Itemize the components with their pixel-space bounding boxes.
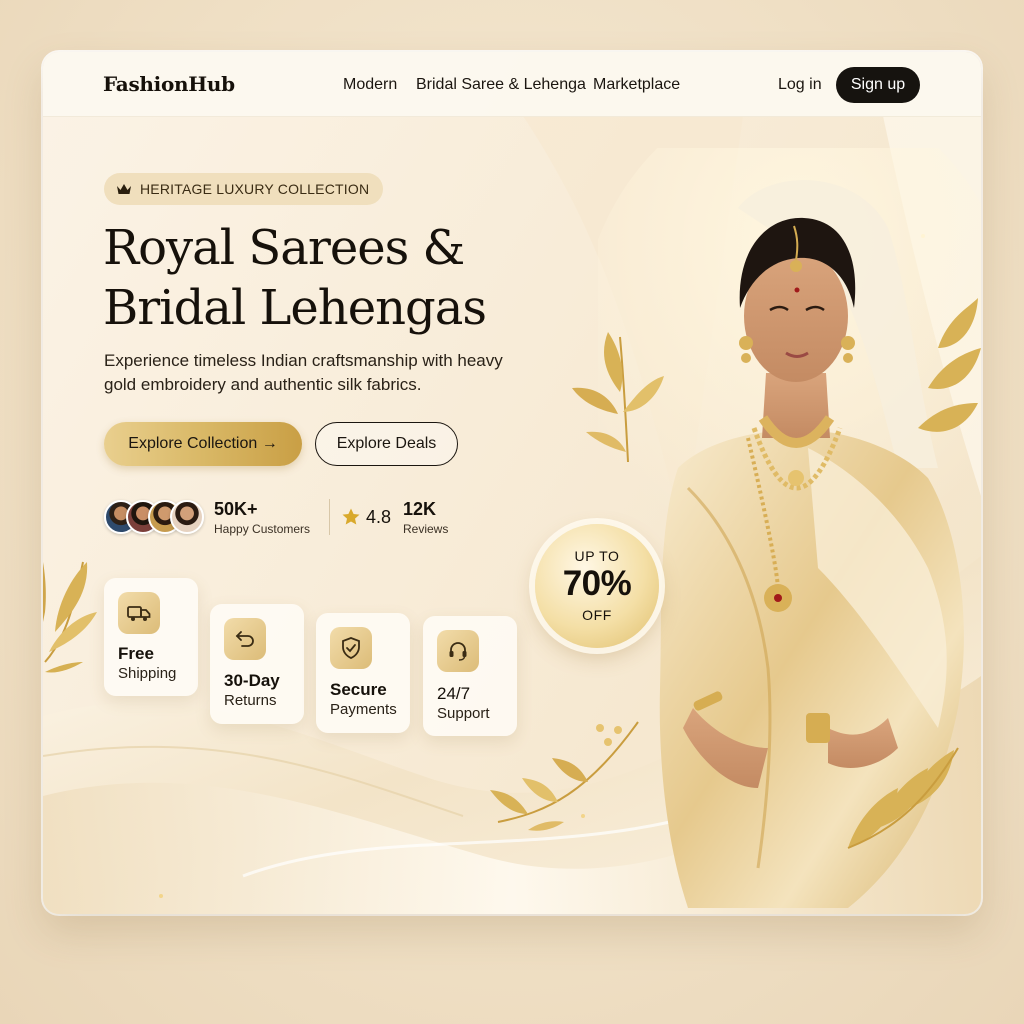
- discount-percent: 70%: [562, 564, 632, 603]
- feature-title: Free: [118, 644, 154, 663]
- hero-subtitle: Experience timeless Indian craftsmanship…: [104, 351, 503, 394]
- feature-icon-badge: [118, 592, 160, 634]
- feature-icon-badge: [437, 630, 479, 672]
- reviews-count: 12K: [403, 499, 437, 519]
- feature-icon-badge: [330, 627, 372, 669]
- customers-label: Happy Customers: [214, 522, 311, 536]
- headset-icon: [449, 642, 467, 661]
- discount-badge[interactable]: UP TO 70% OFF: [535, 524, 659, 648]
- nav-item-bridal[interactable]: Bridal Saree & Lehenga: [416, 76, 586, 94]
- discount-line-1: UP TO: [574, 548, 620, 564]
- badge-label: HERITAGE LUXURY COLLECTION: [140, 181, 370, 197]
- feature-card-returns: 30-Day Returns: [210, 604, 304, 724]
- truck-icon: [127, 606, 151, 621]
- feature-title: Secure: [330, 680, 387, 699]
- feature-subtitle: Shipping: [118, 665, 177, 682]
- feature-subtitle: Returns: [224, 692, 277, 709]
- reviews-label: Reviews: [403, 522, 449, 536]
- return-arrow-icon: [235, 631, 254, 647]
- hero-title-line-2: Bridal Lehengas: [103, 280, 487, 336]
- feature-icon-badge: [224, 618, 266, 660]
- avatar: [170, 500, 204, 534]
- feature-title: 30-Day: [224, 671, 280, 690]
- login-link[interactable]: Log in: [778, 76, 822, 94]
- customers-count: 50K+: [214, 499, 258, 519]
- landing-page: FashionHub Modern Bridal Saree & Lehenga…: [43, 52, 981, 914]
- gold-leaf-decoration: [43, 561, 97, 673]
- explore-deals-button[interactable]: Explore Deals: [315, 422, 458, 466]
- rating-value: 4.8: [366, 507, 392, 527]
- feature-card-shipping: Free Shipping: [104, 578, 198, 696]
- bridal-model-image: [598, 148, 981, 908]
- feature-subtitle: Payments: [330, 701, 397, 718]
- hero-title: Royal Sarees & Bridal Lehengas: [103, 218, 543, 338]
- shield-check-icon: [342, 637, 360, 659]
- top-navigation-bar: FashionHub Modern Bridal Saree & Lehenga…: [43, 52, 981, 117]
- explore-collection-button[interactable]: Explore Collection →: [104, 422, 302, 466]
- nav-item-marketplace[interactable]: Marketplace: [593, 76, 680, 94]
- feature-card-payments: Secure Payments: [316, 613, 410, 733]
- signup-button[interactable]: Sign up: [836, 67, 920, 103]
- crown-icon: [117, 184, 131, 194]
- feature-subtitle: Support: [437, 705, 490, 722]
- feature-title: 24/7: [437, 684, 471, 703]
- nav-item-modern[interactable]: Modern: [343, 76, 397, 94]
- feature-card-support: 24/7 Support: [423, 616, 517, 736]
- star-icon: [342, 508, 360, 525]
- stats-divider: [329, 499, 330, 535]
- hero-title-line-1: Royal Sarees &: [103, 220, 465, 276]
- collection-badge: HERITAGE LUXURY COLLECTION: [104, 173, 384, 205]
- brand-logo[interactable]: FashionHub: [103, 72, 235, 96]
- customer-avatars: [104, 500, 204, 534]
- discount-line-3: OFF: [582, 607, 612, 623]
